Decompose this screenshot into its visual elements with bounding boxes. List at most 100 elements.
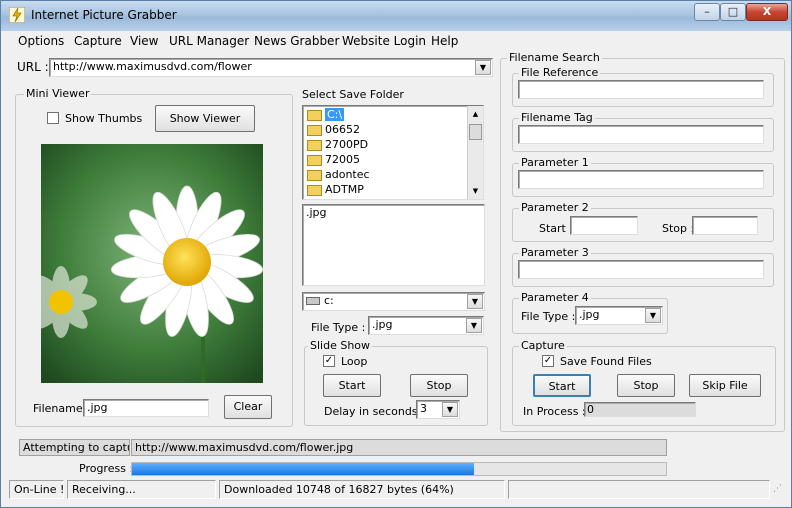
- folder-item[interactable]: 72005: [303, 152, 483, 167]
- url-value: http://www.maximusdvd.com/flower: [53, 60, 252, 73]
- resize-grip-icon[interactable]: ⋰: [773, 484, 785, 496]
- show-viewer-button[interactable]: Show Viewer: [155, 105, 255, 132]
- parameter3-input[interactable]: [518, 260, 764, 279]
- parameter4-file-type-combobox[interactable]: .jpg ▼: [575, 306, 663, 325]
- scrollbar-thumb[interactable]: [469, 124, 482, 140]
- filename-search-title: Filename Search: [507, 51, 602, 64]
- attempt-label: Attempting to capture :: [19, 439, 130, 456]
- menu-view[interactable]: View: [130, 34, 158, 48]
- slide-show-title: Slide Show: [308, 339, 373, 352]
- in-process-value: 0: [584, 402, 696, 417]
- folder-item[interactable]: C:\: [303, 107, 483, 122]
- folder-item[interactable]: 06652: [303, 122, 483, 137]
- drive-icon: [306, 297, 320, 305]
- close-button[interactable]: X: [746, 3, 788, 21]
- menu-help[interactable]: Help: [431, 34, 458, 48]
- parameter3-title: Parameter 3: [519, 246, 591, 259]
- status-receiving: Receiving...: [67, 480, 216, 499]
- menu-news-grabber[interactable]: News Grabber: [254, 34, 339, 48]
- menu-capture[interactable]: Capture: [74, 34, 122, 48]
- file-type-label: File Type :: [311, 321, 366, 334]
- delay-combobox[interactable]: 3 ▼: [416, 400, 460, 419]
- chevron-down-icon[interactable]: ▼: [466, 318, 482, 333]
- parameter1-input[interactable]: [518, 170, 764, 189]
- parameter2-stop-label: Stop :: [662, 222, 695, 235]
- url-label: URL :: [17, 60, 49, 74]
- minimize-button[interactable]: –: [694, 3, 720, 21]
- parameter2-title: Parameter 2: [519, 201, 591, 214]
- folder-icon: [307, 154, 322, 166]
- folder-icon: [307, 169, 322, 181]
- loop-checkbox[interactable]: ✓: [323, 355, 335, 367]
- chevron-down-icon[interactable]: ▼: [475, 60, 491, 75]
- folder-icon: [307, 184, 322, 196]
- chevron-down-icon[interactable]: ▼: [645, 308, 661, 323]
- show-thumbs-label: Show Thumbs: [65, 112, 143, 125]
- filename-tag-title: Filename Tag: [519, 111, 595, 124]
- folder-scrollbar[interactable]: ▲ ▼: [467, 106, 483, 199]
- clear-button[interactable]: Clear: [224, 395, 272, 419]
- status-online: On-Line !: [9, 480, 64, 499]
- slideshow-start-button[interactable]: Start: [323, 374, 381, 397]
- flower-image: [41, 144, 263, 383]
- scroll-up-icon[interactable]: ▲: [468, 106, 483, 122]
- parameter2-start-input[interactable]: [570, 216, 638, 235]
- status-bar: On-Line ! Receiving... Downloaded 10748 …: [9, 480, 785, 500]
- delay-value: 3: [420, 402, 427, 415]
- parameter4-title: Parameter 4: [519, 291, 591, 304]
- file-list-item[interactable]: .jpg: [306, 206, 481, 219]
- progress-bar: [131, 462, 667, 476]
- folder-item[interactable]: 2700PD: [303, 137, 483, 152]
- drive-value: c:: [324, 294, 334, 307]
- slideshow-stop-button[interactable]: Stop: [410, 374, 468, 397]
- file-type-value: .jpg: [372, 318, 393, 331]
- folder-icon: [307, 124, 322, 136]
- save-found-files-label: Save Found Files: [560, 355, 652, 368]
- in-process-label: In Process :: [523, 405, 586, 418]
- file-type-combobox[interactable]: .jpg ▼: [368, 316, 484, 335]
- parameter4-file-type-label: File Type :: [521, 310, 576, 323]
- menu-bar: Options Capture View URL Manager News Gr…: [9, 31, 785, 51]
- folder-open-icon: [307, 109, 322, 121]
- delay-label: Delay in seconds :: [324, 405, 425, 418]
- chevron-down-icon[interactable]: ▼: [467, 294, 483, 309]
- menu-website-login[interactable]: Website Login: [342, 34, 426, 48]
- drive-combobox[interactable]: c: ▼: [302, 292, 485, 311]
- parameter2-stop-input[interactable]: [692, 216, 758, 235]
- lightning-icon: [9, 7, 25, 23]
- parameter4-file-type-value: .jpg: [579, 308, 600, 321]
- file-reference-input[interactable]: [518, 80, 764, 99]
- loop-label: Loop: [341, 355, 368, 368]
- capture-start-button[interactable]: Start: [533, 374, 591, 397]
- progress-label: Progress :: [79, 462, 134, 475]
- file-list[interactable]: .jpg: [302, 204, 485, 286]
- file-reference-title: File Reference: [519, 66, 601, 79]
- scroll-down-icon[interactable]: ▼: [468, 183, 483, 199]
- folder-tree[interactable]: C:\ 06652 2700PD 72005 adontec ADTMP ▲ ▼: [302, 105, 484, 200]
- parameter1-title: Parameter 1: [519, 156, 591, 169]
- maximize-button[interactable]: □: [720, 3, 746, 21]
- attempt-url: http://www.maximusdvd.com/flower.jpg: [131, 439, 667, 456]
- capture-stop-button[interactable]: Stop: [617, 374, 675, 397]
- progress-fill: [132, 463, 474, 475]
- save-found-files-checkbox[interactable]: ✓: [542, 355, 554, 367]
- menu-url-manager[interactable]: URL Manager: [169, 34, 249, 48]
- parameter2-start-label: Start :: [539, 222, 574, 235]
- url-combobox[interactable]: http://www.maximusdvd.com/flower ▼: [49, 58, 493, 77]
- filename-tag-input[interactable]: [518, 125, 764, 144]
- menu-options[interactable]: Options: [18, 34, 64, 48]
- folder-icon: [307, 139, 322, 151]
- folder-item[interactable]: adontec: [303, 167, 483, 182]
- status-downloaded: Downloaded 10748 of 16827 bytes (64%): [219, 480, 505, 499]
- app-window: Internet Picture Grabber – □ X Options C…: [0, 0, 792, 508]
- title-bar[interactable]: Internet Picture Grabber – □ X: [1, 1, 791, 31]
- filename-input[interactable]: .jpg: [83, 399, 209, 417]
- skip-file-button[interactable]: Skip File: [689, 374, 761, 397]
- mini-viewer-title: Mini Viewer: [24, 87, 92, 100]
- show-thumbs-checkbox[interactable]: [47, 112, 59, 124]
- chevron-down-icon[interactable]: ▼: [442, 402, 458, 417]
- folder-item[interactable]: ADTMP: [303, 182, 483, 197]
- window-title: Internet Picture Grabber: [31, 8, 177, 22]
- filename-label: Filename :: [33, 402, 90, 415]
- save-folder-title: Select Save Folder: [302, 88, 404, 101]
